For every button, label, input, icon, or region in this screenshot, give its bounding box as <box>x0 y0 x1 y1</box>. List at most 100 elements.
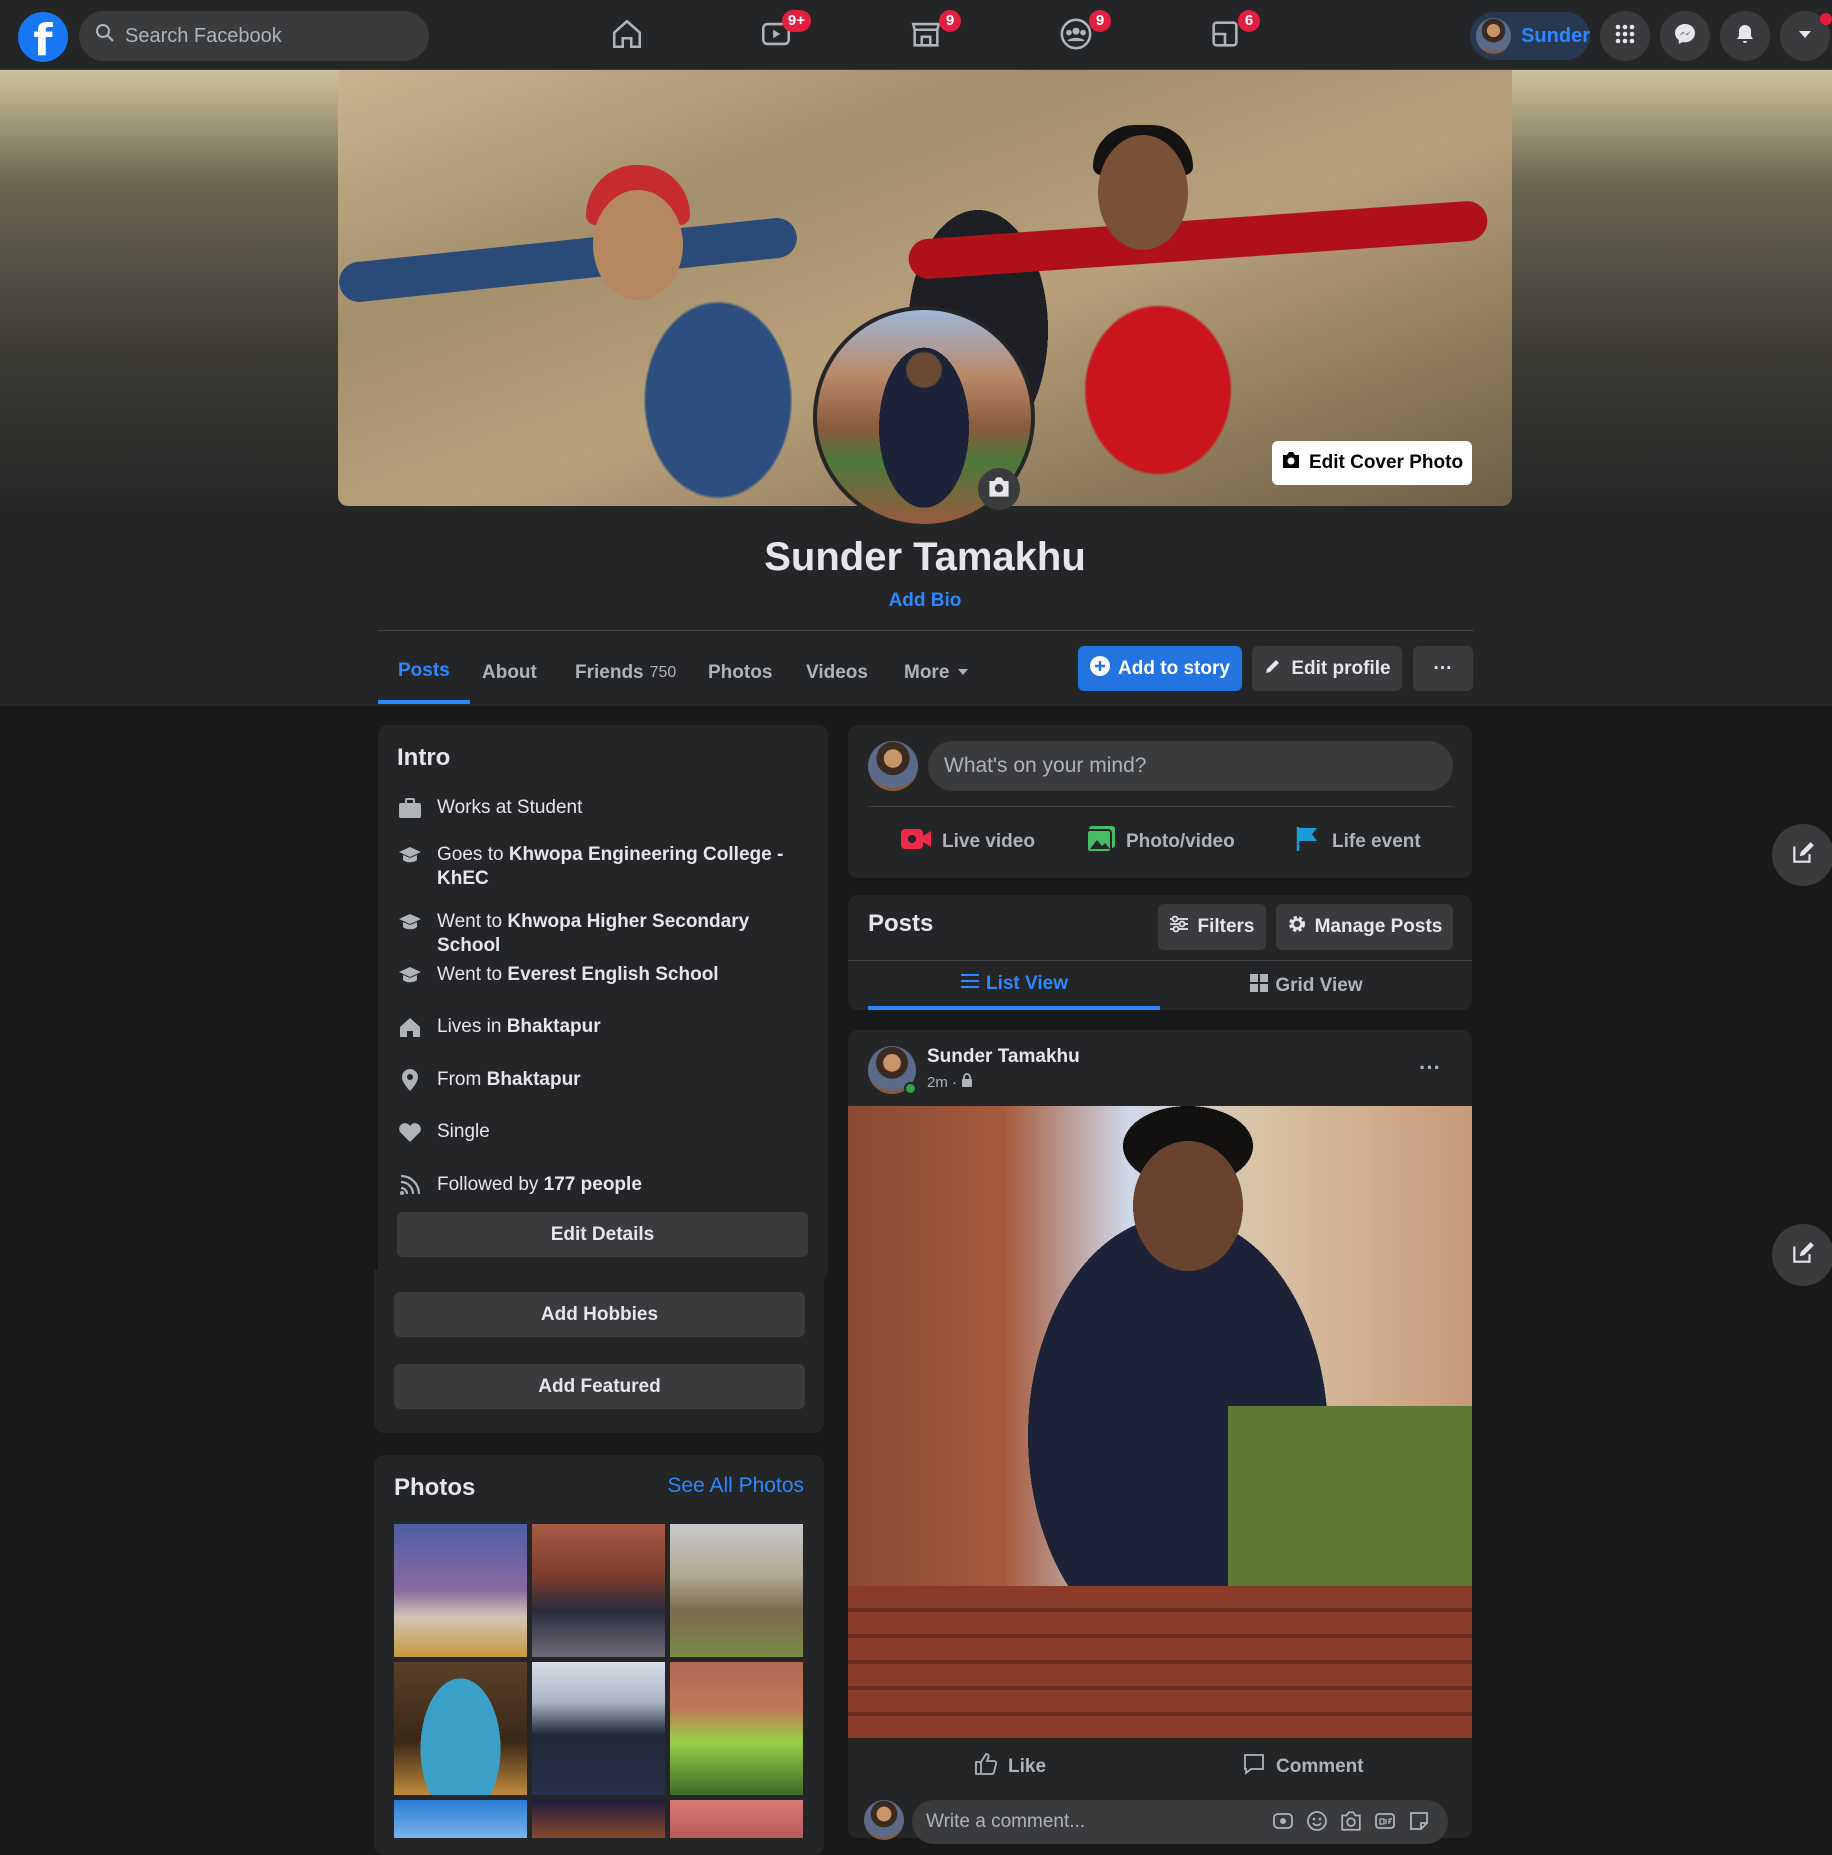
tab-more[interactable]: More <box>884 642 989 704</box>
photo-thumbnail[interactable] <box>532 1662 665 1795</box>
photo-thumbnail[interactable] <box>394 1800 527 1838</box>
comment-avatar[interactable] <box>864 1800 904 1840</box>
tab-videos[interactable]: Videos <box>786 642 888 704</box>
intro-school: Went to Everest English School <box>397 963 817 987</box>
composer-placeholder: What's on your mind? <box>944 754 1147 777</box>
edit-cover-photo-button[interactable]: Edit Cover Photo <box>1272 441 1472 485</box>
tab-photos[interactable]: Photos <box>688 642 792 704</box>
nav-watch[interactable]: 9+ <box>741 10 811 62</box>
live-video-button[interactable]: Live video <box>900 822 1035 862</box>
tab-list-view[interactable]: List View <box>868 962 1160 1010</box>
comment-input[interactable]: Write a comment... <box>912 1800 1448 1844</box>
facebook-logo-icon[interactable]: f <box>18 12 68 62</box>
see-all-photos-link[interactable]: See All Photos <box>640 1474 804 1498</box>
post-options-button[interactable]: ··· <box>1410 1050 1450 1086</box>
photo-thumbnail[interactable] <box>670 1524 803 1657</box>
tab-grid-view[interactable]: Grid View <box>1160 962 1452 1010</box>
filters-button[interactable]: Filters <box>1158 904 1266 950</box>
search-placeholder: Search Facebook <box>125 24 282 47</box>
add-hobbies-button[interactable]: Add Hobbies <box>394 1292 805 1337</box>
nav-groups[interactable]: 9 <box>1041 10 1111 62</box>
nav-home[interactable] <box>592 10 662 62</box>
intro-from: From Bhaktapur <box>397 1068 817 1092</box>
comment-button[interactable]: Comment <box>1242 1745 1364 1789</box>
search-icon <box>95 23 115 49</box>
post-meta: 2m · <box>927 1073 973 1091</box>
life-event-button[interactable]: Life event <box>1294 822 1421 862</box>
caret-down-icon <box>957 662 969 684</box>
camera-icon[interactable] <box>1340 1810 1362 1838</box>
menu-button[interactable] <box>1600 11 1650 61</box>
nav-gaming[interactable]: 6 <box>1190 10 1260 62</box>
like-button[interactable]: Like <box>974 1745 1046 1789</box>
whats-on-your-mind-input[interactable]: What's on your mind? <box>928 741 1453 791</box>
tab-friends[interactable]: Friends 750 <box>555 642 696 704</box>
composer-avatar[interactable] <box>868 741 918 791</box>
post-author-avatar[interactable] <box>868 1046 917 1095</box>
account-button[interactable] <box>1780 11 1832 61</box>
intro-followers-link[interactable]: 177 people <box>544 1174 642 1195</box>
intro-highschool-prefix: Went to <box>437 911 508 932</box>
sticker-icon[interactable] <box>1408 1810 1430 1838</box>
messenger-button[interactable] <box>1660 11 1710 61</box>
intro-lives-link[interactable]: Bhaktapur <box>507 1016 601 1037</box>
comment-label: Comment <box>1276 1756 1364 1777</box>
flag-icon <box>1294 825 1322 859</box>
photo-thumbnail[interactable] <box>394 1662 527 1795</box>
graduation-cap-icon <box>397 963 423 987</box>
add-bio-link[interactable]: Add Bio <box>338 590 1512 612</box>
marketplace-icon <box>909 17 943 56</box>
post-timestamp[interactable]: 2m · <box>927 1074 961 1091</box>
comment-placeholder: Write a comment... <box>926 1811 1086 1832</box>
add-to-story-button[interactable]: Add to story <box>1078 646 1242 691</box>
post-photo[interactable] <box>848 1106 1472 1738</box>
compose-icon <box>1790 1240 1816 1271</box>
intro-school-prefix: Went to <box>437 964 508 985</box>
intro-followers: Followed by 177 people <box>397 1173 817 1197</box>
post-author-name[interactable]: Sunder Tamakhu <box>927 1046 1080 1068</box>
comment-tools <box>1272 1810 1430 1838</box>
graduation-cap-icon <box>397 910 423 934</box>
intro-lives-prefix: Lives in <box>437 1016 507 1037</box>
photo-thumbnail[interactable] <box>670 1800 803 1838</box>
filters-label: Filters <box>1197 916 1255 937</box>
edit-details-button[interactable]: Edit Details <box>397 1212 808 1257</box>
lock-icon[interactable] <box>961 1073 973 1091</box>
search-input[interactable]: Search Facebook <box>79 11 429 61</box>
grid-icon <box>1249 973 1269 999</box>
watch-badge: 9+ <box>781 10 811 32</box>
friends-count: 750 <box>649 664 677 681</box>
intro-work-prefix: Works at <box>437 797 517 818</box>
emoji-icon[interactable] <box>1306 1810 1328 1838</box>
tab-posts[interactable]: Posts <box>378 642 470 704</box>
nav-marketplace[interactable]: 9 <box>891 10 961 62</box>
intro-college-prefix: Goes to <box>437 844 509 865</box>
photo-video-button[interactable]: Photo/video <box>1086 822 1235 862</box>
intro-school-link[interactable]: Everest English School <box>507 964 718 985</box>
tab-photos-label: Photos <box>708 662 773 683</box>
online-status-dot <box>904 1082 917 1095</box>
new-message-button[interactable] <box>1772 824 1832 886</box>
add-bio-label[interactable]: Add Bio <box>889 590 962 611</box>
edit-profile-button[interactable]: Edit profile <box>1252 646 1402 691</box>
tab-about-label: About <box>482 662 537 683</box>
pencil-icon <box>1263 656 1283 682</box>
photo-thumbnail[interactable] <box>532 1524 665 1657</box>
manage-posts-button[interactable]: Manage Posts <box>1276 904 1453 950</box>
profile-more-button[interactable]: ··· <box>1413 646 1473 691</box>
intro-title: Intro <box>397 744 451 771</box>
intro-from-link[interactable]: Bhaktapur <box>487 1069 581 1090</box>
edit-details-label: Edit Details <box>550 1223 655 1245</box>
notifications-button[interactable] <box>1720 11 1770 61</box>
profile-shortcut-button[interactable]: Sunder <box>1470 12 1590 60</box>
tab-about[interactable]: About <box>462 642 557 704</box>
photo-thumbnail[interactable] <box>394 1524 527 1657</box>
avatar-sticker-icon[interactable] <box>1272 1810 1294 1838</box>
gif-icon[interactable] <box>1374 1810 1396 1838</box>
new-message-button-secondary[interactable] <box>1772 1224 1832 1286</box>
update-profile-picture-button[interactable] <box>978 468 1020 510</box>
photo-thumbnail[interactable] <box>670 1662 803 1795</box>
intro-highschool: Went to Khwopa Higher Secondary School <box>397 910 817 958</box>
add-featured-button[interactable]: Add Featured <box>394 1364 805 1409</box>
photo-thumbnail[interactable] <box>532 1800 665 1838</box>
